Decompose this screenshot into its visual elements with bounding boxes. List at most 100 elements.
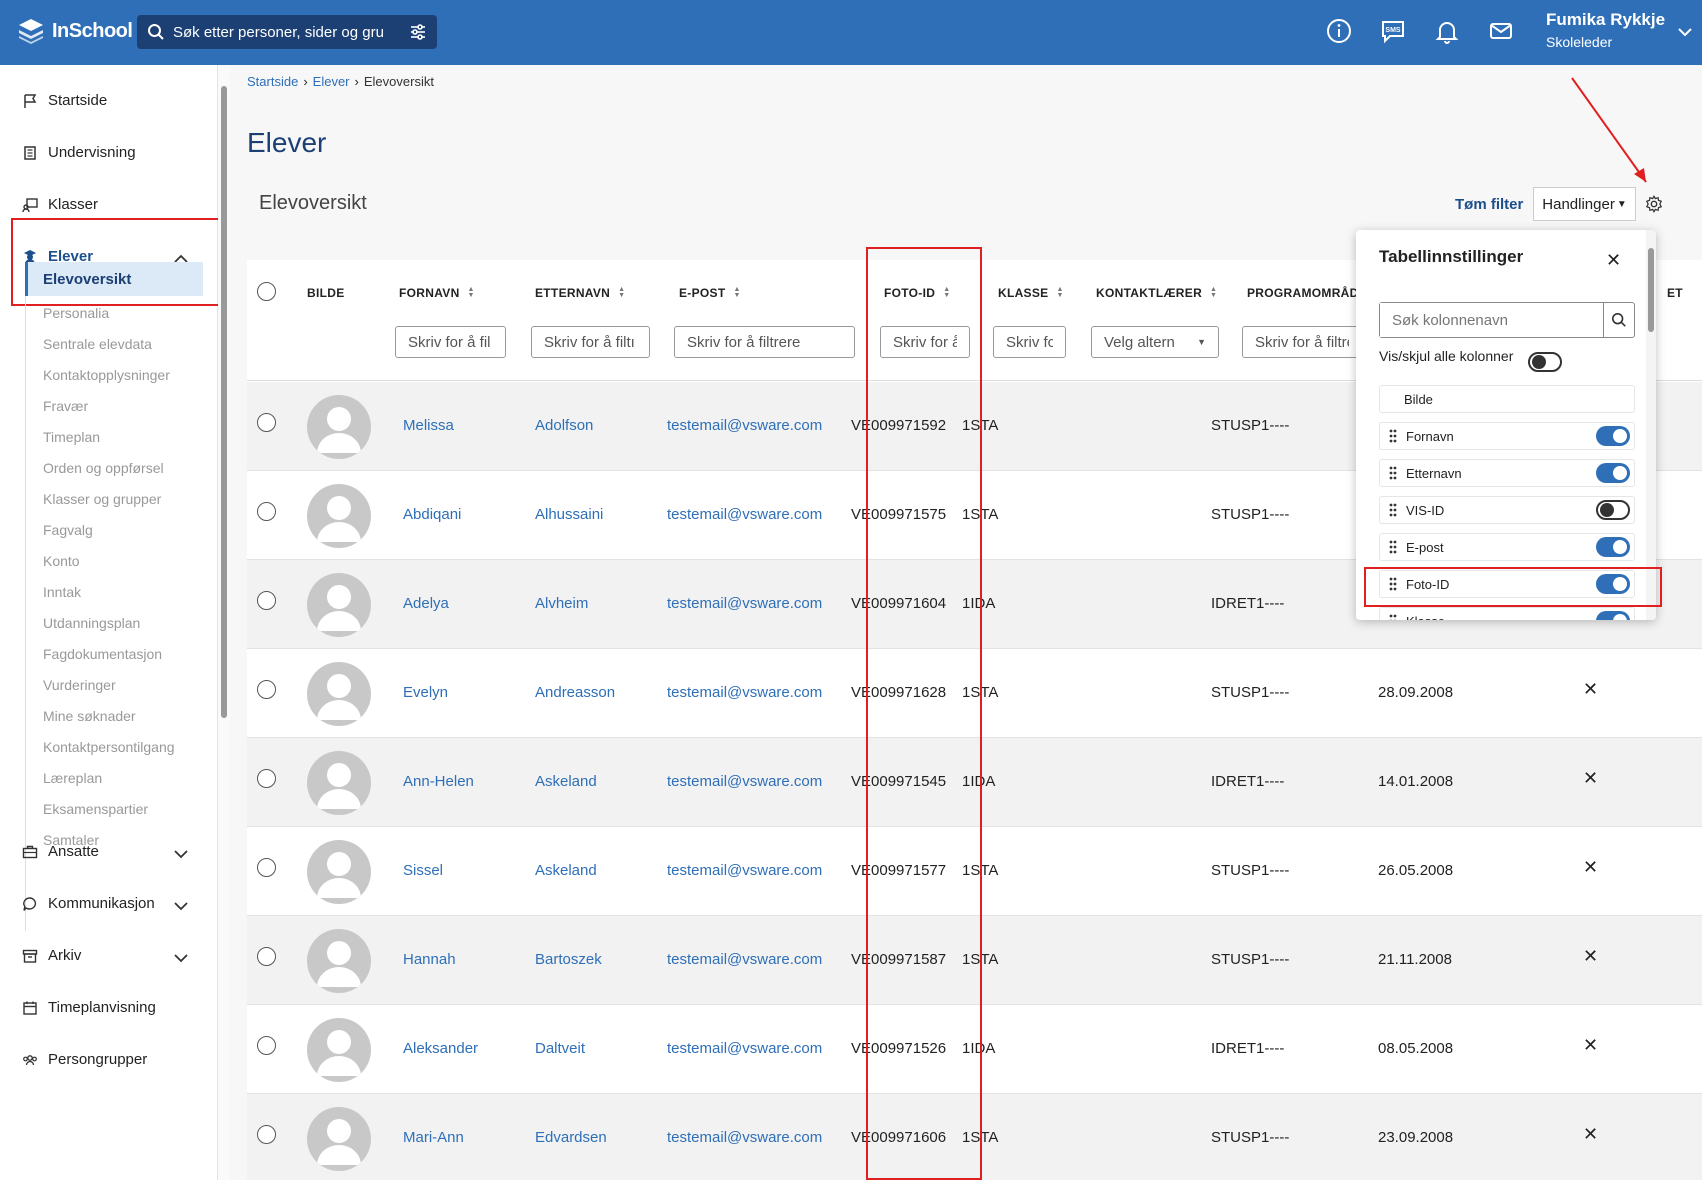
sidebar-item-timeplanvisning[interactable]: Timeplanvisning <box>22 999 156 1016</box>
cell-etternavn[interactable]: Adolfson <box>535 417 593 434</box>
drag-handle-icon[interactable] <box>1380 576 1406 592</box>
cell-epost[interactable]: testemail@vsware.com <box>667 417 822 434</box>
sidebar-item-undervisning[interactable]: Undervisning <box>22 144 136 161</box>
col-kontaktlaerer[interactable]: KONTAKTLÆRER ▲ ▼ <box>1096 286 1217 300</box>
sidebar-subitem[interactable]: Klasser og grupper <box>43 491 161 507</box>
cell-etternavn[interactable]: Bartoszek <box>535 951 602 968</box>
row-checkbox[interactable] <box>257 769 276 788</box>
gear-icon[interactable] <box>1645 195 1663 213</box>
chevron-down-icon[interactable] <box>174 950 188 967</box>
breadcrumb-elever[interactable]: Elever <box>313 74 350 89</box>
sidebar-subitem[interactable]: Inntak <box>43 584 81 600</box>
cell-epost[interactable]: testemail@vsware.com <box>667 951 822 968</box>
sort-icon[interactable]: ▲ ▼ <box>1210 286 1217 299</box>
cell-epost[interactable]: testemail@vsware.com <box>667 1129 822 1146</box>
table-row[interactable]: Ann-Helen Askeland testemail@vsware.com VE0… <box>247 738 1702 827</box>
col-etternavn[interactable]: ETTERNAVN ▲ ▼ <box>535 286 625 300</box>
sort-icon[interactable]: ▲ ▼ <box>1056 286 1063 299</box>
sidebar-item-ansatte[interactable]: Ansatte <box>22 843 188 860</box>
sidebar-subitem[interactable]: Læreplan <box>43 770 102 786</box>
cell-fornavn[interactable]: Hannah <box>403 951 456 968</box>
column-toggle-switch[interactable] <box>1596 426 1630 446</box>
table-row[interactable]: Hannah Bartoszek testemail@vsware.com VE009… <box>247 916 1702 1005</box>
row-checkbox[interactable] <box>257 413 276 432</box>
sidebar-subitem[interactable]: Konto <box>43 553 80 569</box>
cell-epost[interactable]: testemail@vsware.com <box>667 684 822 701</box>
cell-etternavn[interactable]: Edvardsen <box>535 1129 607 1146</box>
select-all-checkbox[interactable] <box>257 282 276 301</box>
sidebar-subitem[interactable]: Fagvalg <box>43 522 93 538</box>
column-search-input[interactable] <box>1380 303 1603 337</box>
sidebar-subitem[interactable]: Eksamenspartier <box>43 801 148 817</box>
filter-kontaktlaerer[interactable]: Velg altern ▼ <box>1091 326 1219 358</box>
close-icon[interactable]: ✕ <box>1606 250 1621 271</box>
column-toggle-switch[interactable] <box>1596 611 1630 620</box>
cell-etternavn[interactable]: Alhussaini <box>535 506 603 523</box>
actions-dropdown[interactable]: Handlinger ▼ <box>1533 187 1636 221</box>
cell-fornavn[interactable]: Aleksander <box>403 1040 478 1057</box>
row-checkbox[interactable] <box>257 591 276 610</box>
filter-fotoid[interactable] <box>880 326 970 358</box>
bell-icon[interactable] <box>1433 17 1461 45</box>
cell-fornavn[interactable]: Mari-Ann <box>403 1129 464 1146</box>
sort-icon[interactable]: ▲ ▼ <box>618 286 625 299</box>
cell-fornavn[interactable]: Ann-Helen <box>403 773 474 790</box>
sidebar-subitem[interactable]: Kontaktpersontilgang <box>43 739 175 755</box>
chevron-down-icon[interactable] <box>174 898 188 915</box>
breadcrumb-startside[interactable]: Startside <box>247 74 298 89</box>
cell-fornavn[interactable]: Sissel <box>403 862 443 879</box>
table-row[interactable]: Mari-Ann Edvardsen testemail@vsware.com VE0… <box>247 1094 1702 1180</box>
column-toggle-switch[interactable] <box>1596 500 1630 520</box>
sidebar-subitem[interactable]: Vurderinger <box>43 677 116 693</box>
cell-etternavn[interactable]: Askeland <box>535 862 597 879</box>
cell-fornavn[interactable]: Melissa <box>403 417 454 434</box>
user-menu[interactable]: Fumika Rykkje Skoleleder <box>1546 10 1692 50</box>
row-checkbox[interactable] <box>257 1125 276 1144</box>
sidebar-item-arkiv[interactable]: Arkiv <box>22 947 188 964</box>
drag-handle-icon[interactable] <box>1380 502 1406 518</box>
row-checkbox[interactable] <box>257 1036 276 1055</box>
toggle-all-switch[interactable] <box>1528 352 1562 372</box>
cell-epost[interactable]: testemail@vsware.com <box>667 1040 822 1057</box>
col-epost[interactable]: E-POST ▲ ▼ <box>679 286 741 300</box>
column-search[interactable] <box>1379 302 1635 338</box>
sidebar-subitem[interactable]: Fagdokumentasjon <box>43 646 162 662</box>
cell-epost[interactable]: testemail@vsware.com <box>667 595 822 612</box>
cell-fornavn[interactable]: Evelyn <box>403 684 448 701</box>
panel-scrollbar-thumb[interactable] <box>1648 248 1654 332</box>
cell-epost[interactable]: testemail@vsware.com <box>667 773 822 790</box>
col-et[interactable]: ET <box>1667 286 1683 300</box>
row-checkbox[interactable] <box>257 502 276 521</box>
sidebar-item-klasser[interactable]: Klasser <box>22 196 98 213</box>
table-row[interactable]: Sissel Askeland testemail@vsware.com VE0099… <box>247 827 1702 916</box>
cell-epost[interactable]: testemail@vsware.com <box>667 862 822 879</box>
search-icon[interactable] <box>1603 303 1634 337</box>
info-icon[interactable] <box>1325 17 1353 45</box>
filter-etternavn[interactable] <box>531 326 650 358</box>
mail-icon[interactable] <box>1487 17 1515 45</box>
clear-filter-link[interactable]: Tøm filter <box>1455 196 1523 213</box>
app-logo[interactable]: InSchool <box>16 16 133 46</box>
cell-fornavn[interactable]: Adelya <box>403 595 449 612</box>
sidebar-scrollbar-thumb[interactable] <box>221 86 227 718</box>
cell-etternavn[interactable]: Askeland <box>535 773 597 790</box>
drag-handle-icon[interactable] <box>1380 613 1406 620</box>
global-search[interactable] <box>137 15 437 49</box>
filter-fornavn[interactable] <box>395 326 506 358</box>
sidebar-subitem[interactable]: Timeplan <box>43 429 100 445</box>
sidebar-subitem[interactable]: Fravær <box>43 398 88 414</box>
column-toggle-switch[interactable] <box>1596 537 1630 557</box>
col-fornavn[interactable]: FORNAVN ▲ ▼ <box>399 286 475 300</box>
sidebar-subitem[interactable]: Mine søknader <box>43 708 136 724</box>
col-programomrade[interactable]: PROGRAMOMRÅDE <box>1247 286 1367 300</box>
row-checkbox[interactable] <box>257 858 276 877</box>
drag-handle-icon[interactable] <box>1380 539 1406 555</box>
cell-etternavn[interactable]: Alvheim <box>535 595 588 612</box>
sidebar-subitem-elevoversikt[interactable]: Elevoversikt <box>25 262 203 296</box>
drag-handle-icon[interactable] <box>1380 428 1406 444</box>
sort-icon[interactable]: ▲ ▼ <box>468 286 475 299</box>
sidebar-subitem[interactable]: Utdanningsplan <box>43 615 140 631</box>
row-checkbox[interactable] <box>257 947 276 966</box>
column-toggle-switch[interactable] <box>1596 463 1630 483</box>
filter-klasse[interactable] <box>993 326 1066 358</box>
